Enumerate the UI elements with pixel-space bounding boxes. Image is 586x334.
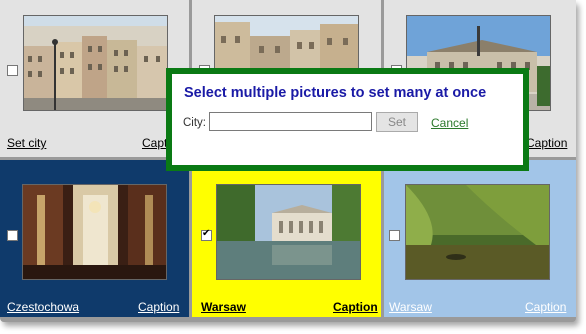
caption-link-5[interactable]: Caption — [333, 300, 378, 314]
select-checkbox-1[interactable] — [7, 65, 18, 76]
set-button[interactable]: Set — [376, 112, 418, 132]
city-link-5[interactable]: Warsaw — [201, 300, 246, 314]
cancel-link[interactable]: Cancel — [431, 116, 468, 130]
city-input[interactable] — [209, 112, 372, 131]
set-city-dialog: Select multiple pictures to set many at … — [166, 68, 529, 171]
caption-link-6[interactable]: Caption — [525, 300, 566, 314]
photo-cell-6[interactable]: Warsaw Caption — [384, 160, 576, 317]
caption-link-3[interactable]: Caption — [526, 136, 567, 150]
city-link-6[interactable]: Warsaw — [389, 300, 432, 314]
church-interior-photo[interactable] — [22, 184, 167, 280]
dialog-title: Select multiple pictures to set many at … — [184, 85, 487, 101]
city-street-photo[interactable] — [23, 15, 168, 111]
palace-on-water-photo[interactable] — [216, 184, 361, 280]
photo-cell-5[interactable]: Warsaw Caption — [192, 160, 381, 317]
pond-willow-photo[interactable] — [405, 184, 550, 280]
set-city-link[interactable]: Set city — [7, 136, 46, 150]
select-checkbox-4[interactable] — [7, 230, 18, 241]
select-checkbox-5[interactable] — [201, 228, 212, 241]
caption-link-4[interactable]: Caption — [138, 300, 179, 314]
city-label: City: — [183, 117, 206, 129]
photo-cell-1[interactable]: Set city Caption — [0, 0, 189, 157]
select-checkbox-6[interactable] — [389, 230, 400, 241]
photo-cell-4[interactable]: Czestochowa Caption — [0, 160, 189, 317]
city-link-4[interactable]: Czestochowa — [7, 300, 79, 314]
